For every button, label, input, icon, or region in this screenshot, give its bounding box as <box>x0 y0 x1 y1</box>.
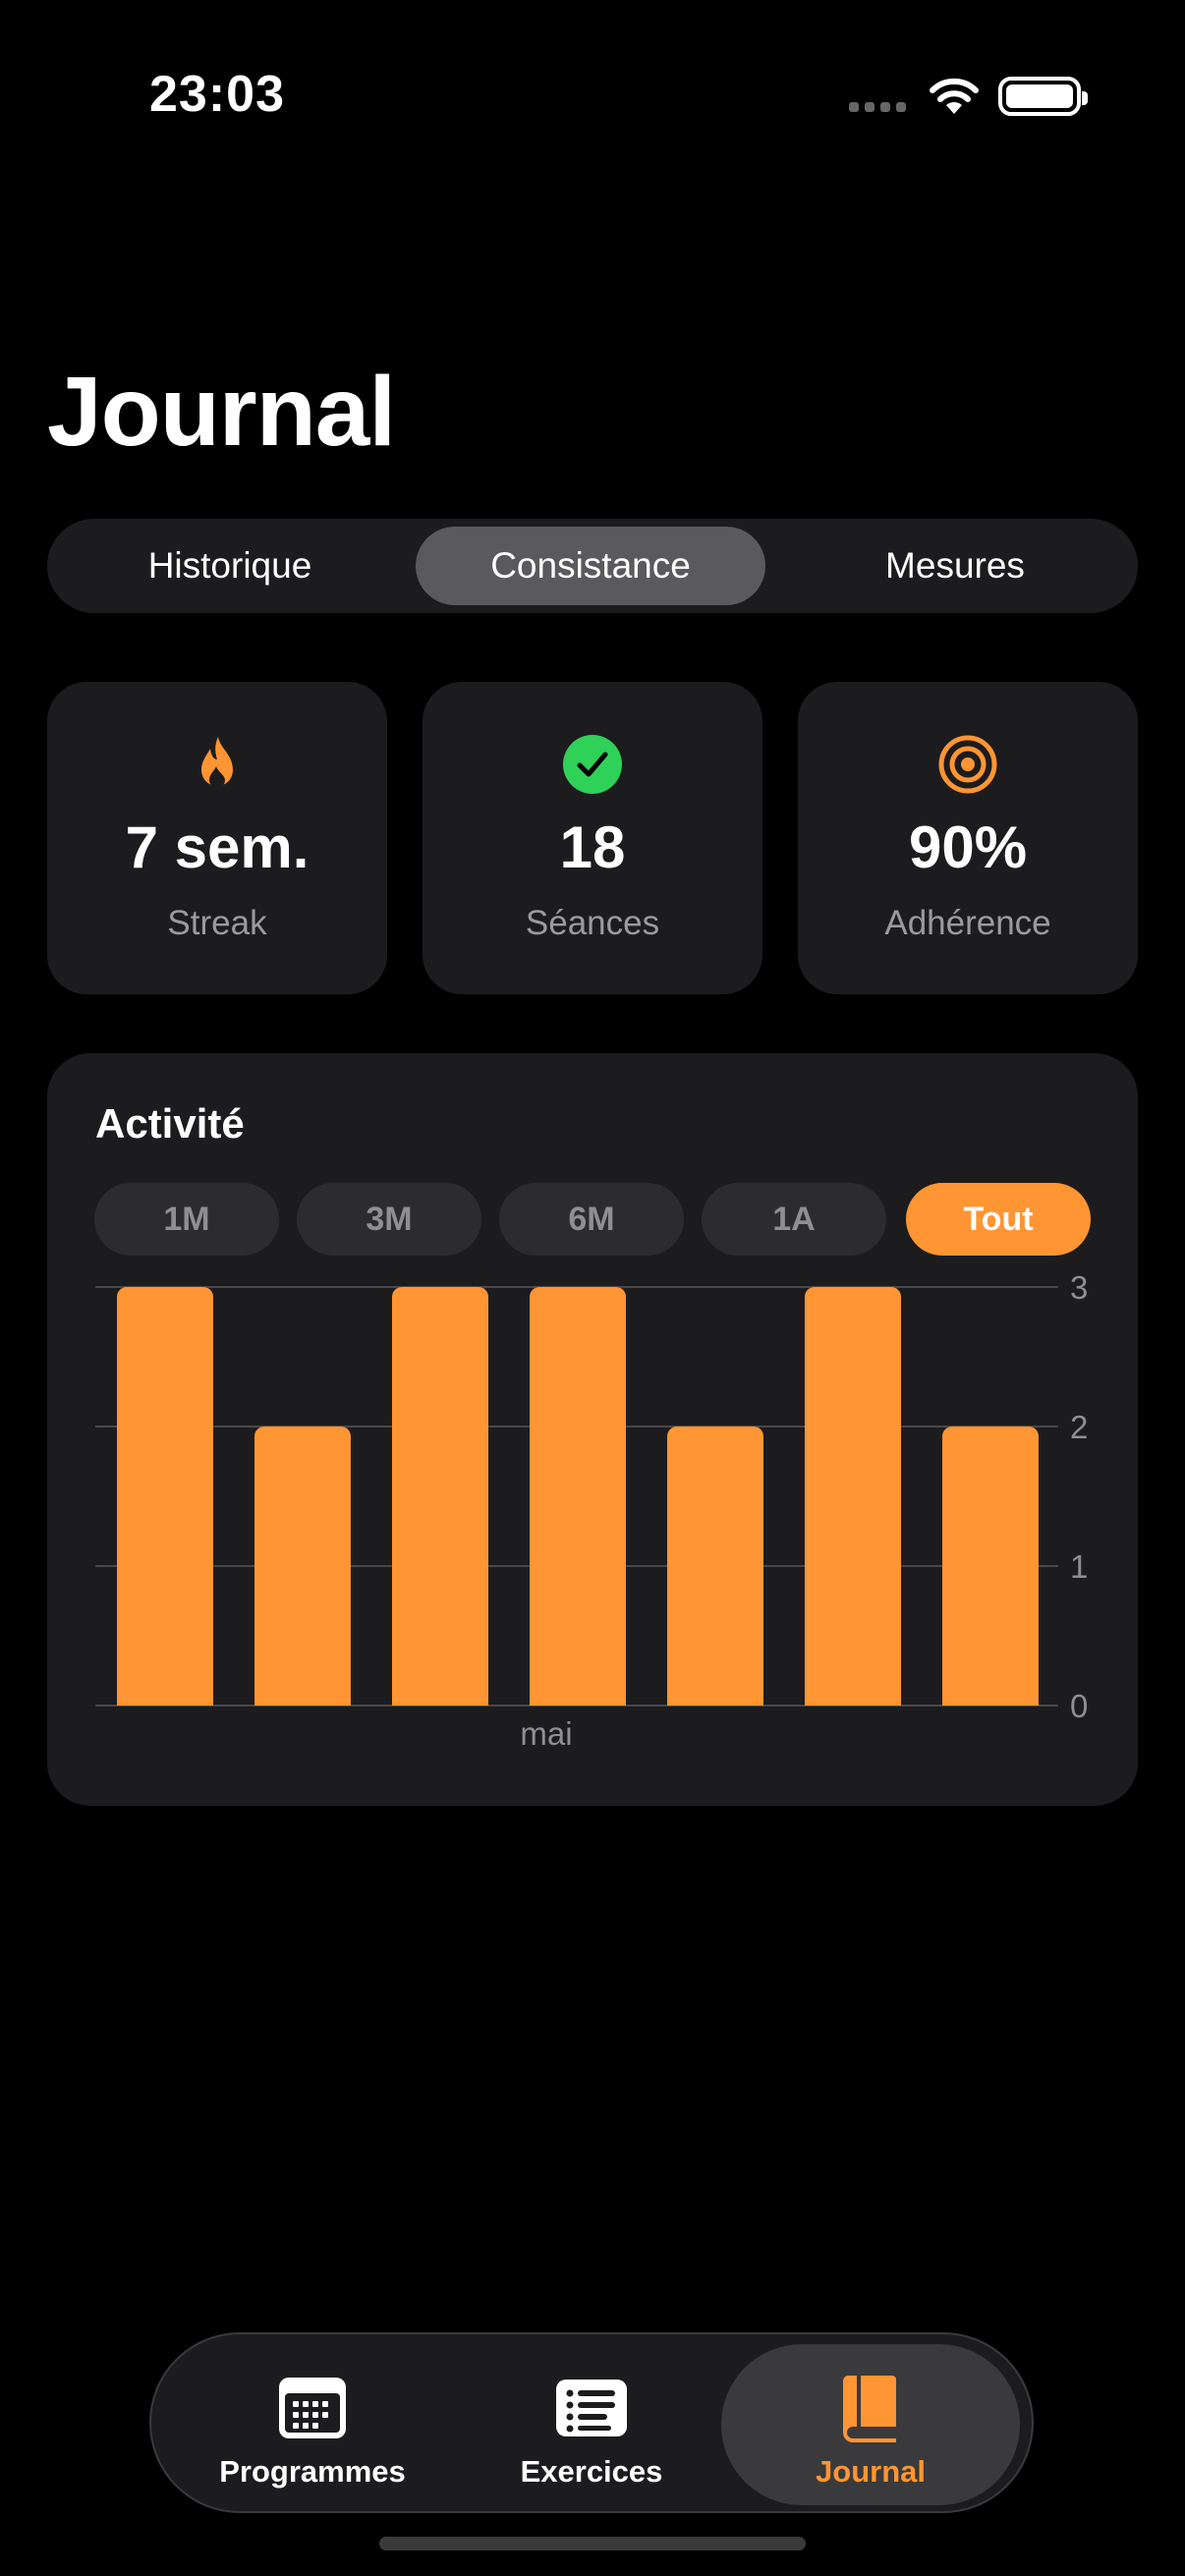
tab-journal[interactable]: Journal <box>721 2344 1020 2505</box>
chart-bar <box>805 1287 901 1706</box>
target-icon <box>938 735 997 794</box>
streak-value: 7 sem. <box>125 814 310 880</box>
battery-icon <box>998 77 1088 116</box>
book-icon <box>842 2376 896 2442</box>
chart-bar <box>254 1427 351 1706</box>
chart-bar <box>530 1287 626 1706</box>
status-bar: 23:03 <box>0 0 1185 187</box>
segment-historique[interactable]: Historique <box>55 527 405 605</box>
checkmark-circle-icon <box>563 735 622 794</box>
chart-bar <box>667 1427 763 1706</box>
tab-programmes-label: Programmes <box>219 2454 406 2489</box>
flame-icon <box>201 737 233 788</box>
tab-bar: Programmes Exercices Journal <box>149 2332 1034 2513</box>
chart-bar <box>392 1287 488 1706</box>
cellular-signal-icon <box>849 102 906 112</box>
segment-consistance[interactable]: Consistance <box>416 527 765 605</box>
stat-card-streak: 7 sem. Streak <box>47 682 387 994</box>
calendar-icon <box>279 2378 346 2438</box>
tab-exercices-label: Exercices <box>520 2454 663 2489</box>
list-icon <box>556 2380 627 2436</box>
activity-bar-chart: 0123 <box>95 1269 1088 1724</box>
stat-card-seances: 18 Séances <box>423 682 762 994</box>
tab-programmes[interactable]: Programmes <box>171 2344 454 2505</box>
page-title: Journal <box>47 357 396 467</box>
status-time: 23:03 <box>149 66 285 123</box>
chart-bar <box>117 1287 213 1706</box>
activity-card: Activité 1M 3M 6M 1A Tout 0123 mai <box>47 1053 1138 1806</box>
home-indicator <box>379 2537 806 2550</box>
stat-card-adherence: 90% Adhérence <box>798 682 1138 994</box>
streak-label: Streak <box>167 904 267 942</box>
chart-x-label: mai <box>520 1715 573 1752</box>
y-tick-label: 1 <box>1070 1548 1088 1585</box>
tab-journal-label: Journal <box>816 2454 926 2489</box>
adherence-value: 90% <box>908 814 1028 880</box>
y-tick-label: 3 <box>1070 1269 1088 1306</box>
adherence-label: Adhérence <box>884 904 1051 942</box>
seances-label: Séances <box>525 904 660 942</box>
tab-exercices[interactable]: Exercices <box>464 2344 719 2505</box>
wifi-icon <box>930 78 979 114</box>
seances-value: 18 <box>559 814 626 880</box>
chart-bar <box>942 1427 1039 1706</box>
segmented-control: Historique Consistance Mesures <box>47 519 1138 613</box>
y-tick-label: 2 <box>1070 1409 1088 1445</box>
segment-mesures[interactable]: Mesures <box>780 527 1130 605</box>
